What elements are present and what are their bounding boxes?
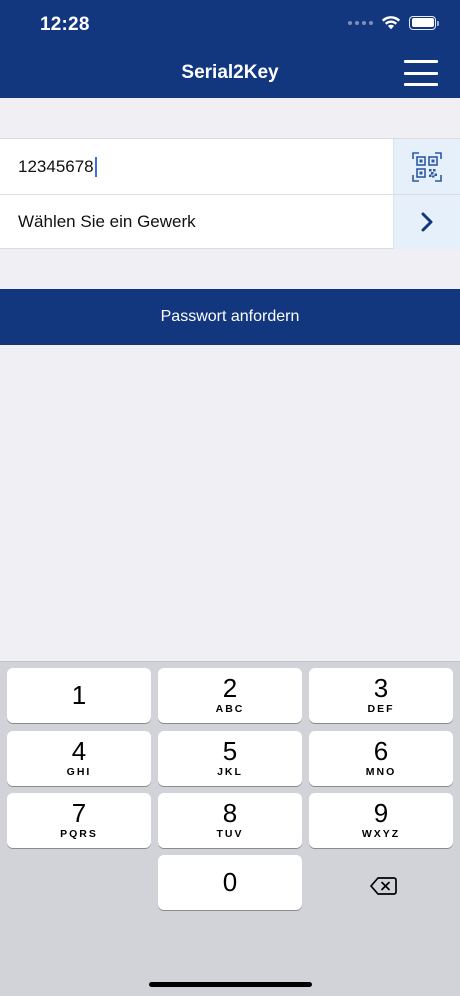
key-digit: 8 — [222, 798, 238, 828]
key-1[interactable]: 1 — [7, 668, 151, 723]
key-9[interactable]: 9 WXYZ — [309, 793, 453, 848]
key-8[interactable]: 8 TUV — [158, 793, 302, 848]
serial-form: 12345678 Wählen Sie ein Gewerk — [0, 138, 460, 249]
serial-number-input[interactable]: 12345678 — [0, 156, 393, 177]
status-icons — [348, 15, 439, 30]
key-7[interactable]: 7 PQRS — [7, 793, 151, 848]
key-letters: PQRS — [60, 828, 98, 840]
delete-key[interactable] — [357, 866, 409, 906]
text-cursor — [94, 156, 97, 177]
key-letters: GHI — [66, 766, 92, 778]
key-0[interactable]: 0 — [158, 855, 302, 910]
key-digit: 0 — [222, 867, 238, 897]
key-letters: ABC — [215, 703, 245, 715]
key-letters: JKL — [217, 766, 243, 778]
key-digit: 6 — [373, 736, 389, 766]
qr-code-scan-icon — [412, 151, 442, 182]
key-4[interactable]: 4 GHI — [7, 731, 151, 786]
trade-select-row[interactable]: Wählen Sie ein Gewerk — [0, 194, 460, 249]
page-title: Serial2Key — [181, 62, 279, 83]
qr-scan-button[interactable] — [393, 139, 460, 194]
key-digit: 2 — [222, 673, 238, 703]
key-letters: WXYZ — [361, 828, 401, 840]
numeric-keypad: 1 2 ABC 3 DEF 4 GHI 5 JKL 6 MNO 7 PQRS 8… — [0, 661, 460, 996]
backspace-icon — [369, 877, 397, 895]
key-6[interactable]: 6 MNO — [309, 731, 453, 786]
hamburger-menu-icon[interactable] — [404, 60, 438, 86]
trade-select-label: Wählen Sie ein Gewerk — [18, 212, 196, 231]
wifi-icon — [381, 16, 401, 30]
request-password-button[interactable]: Passwort anfordern — [0, 289, 460, 345]
key-letters: DEF — [367, 703, 395, 715]
key-letters: TUV — [216, 828, 244, 840]
status-time: 12:28 — [40, 14, 90, 35]
key-5[interactable]: 5 JKL — [158, 731, 302, 786]
key-digit: 9 — [373, 798, 389, 828]
chevron-right-icon — [421, 212, 433, 232]
key-digit: 4 — [71, 736, 87, 766]
cellular-signal-icon — [348, 20, 373, 25]
home-indicator — [149, 982, 312, 987]
app-header: 12:28 Serial2Key — [0, 0, 460, 98]
key-digit: 3 — [373, 673, 389, 703]
key-3[interactable]: 3 DEF — [309, 668, 453, 723]
trade-select-button[interactable] — [393, 195, 460, 249]
battery-icon — [409, 15, 439, 30]
key-letters: MNO — [365, 766, 397, 778]
key-2[interactable]: 2 ABC — [158, 668, 302, 723]
key-digit: 5 — [222, 736, 238, 766]
serial-input-row: 12345678 — [0, 139, 460, 194]
key-digit: 1 — [71, 680, 87, 710]
key-digit: 7 — [71, 798, 87, 828]
serial-number-value: 12345678 — [18, 156, 94, 176]
